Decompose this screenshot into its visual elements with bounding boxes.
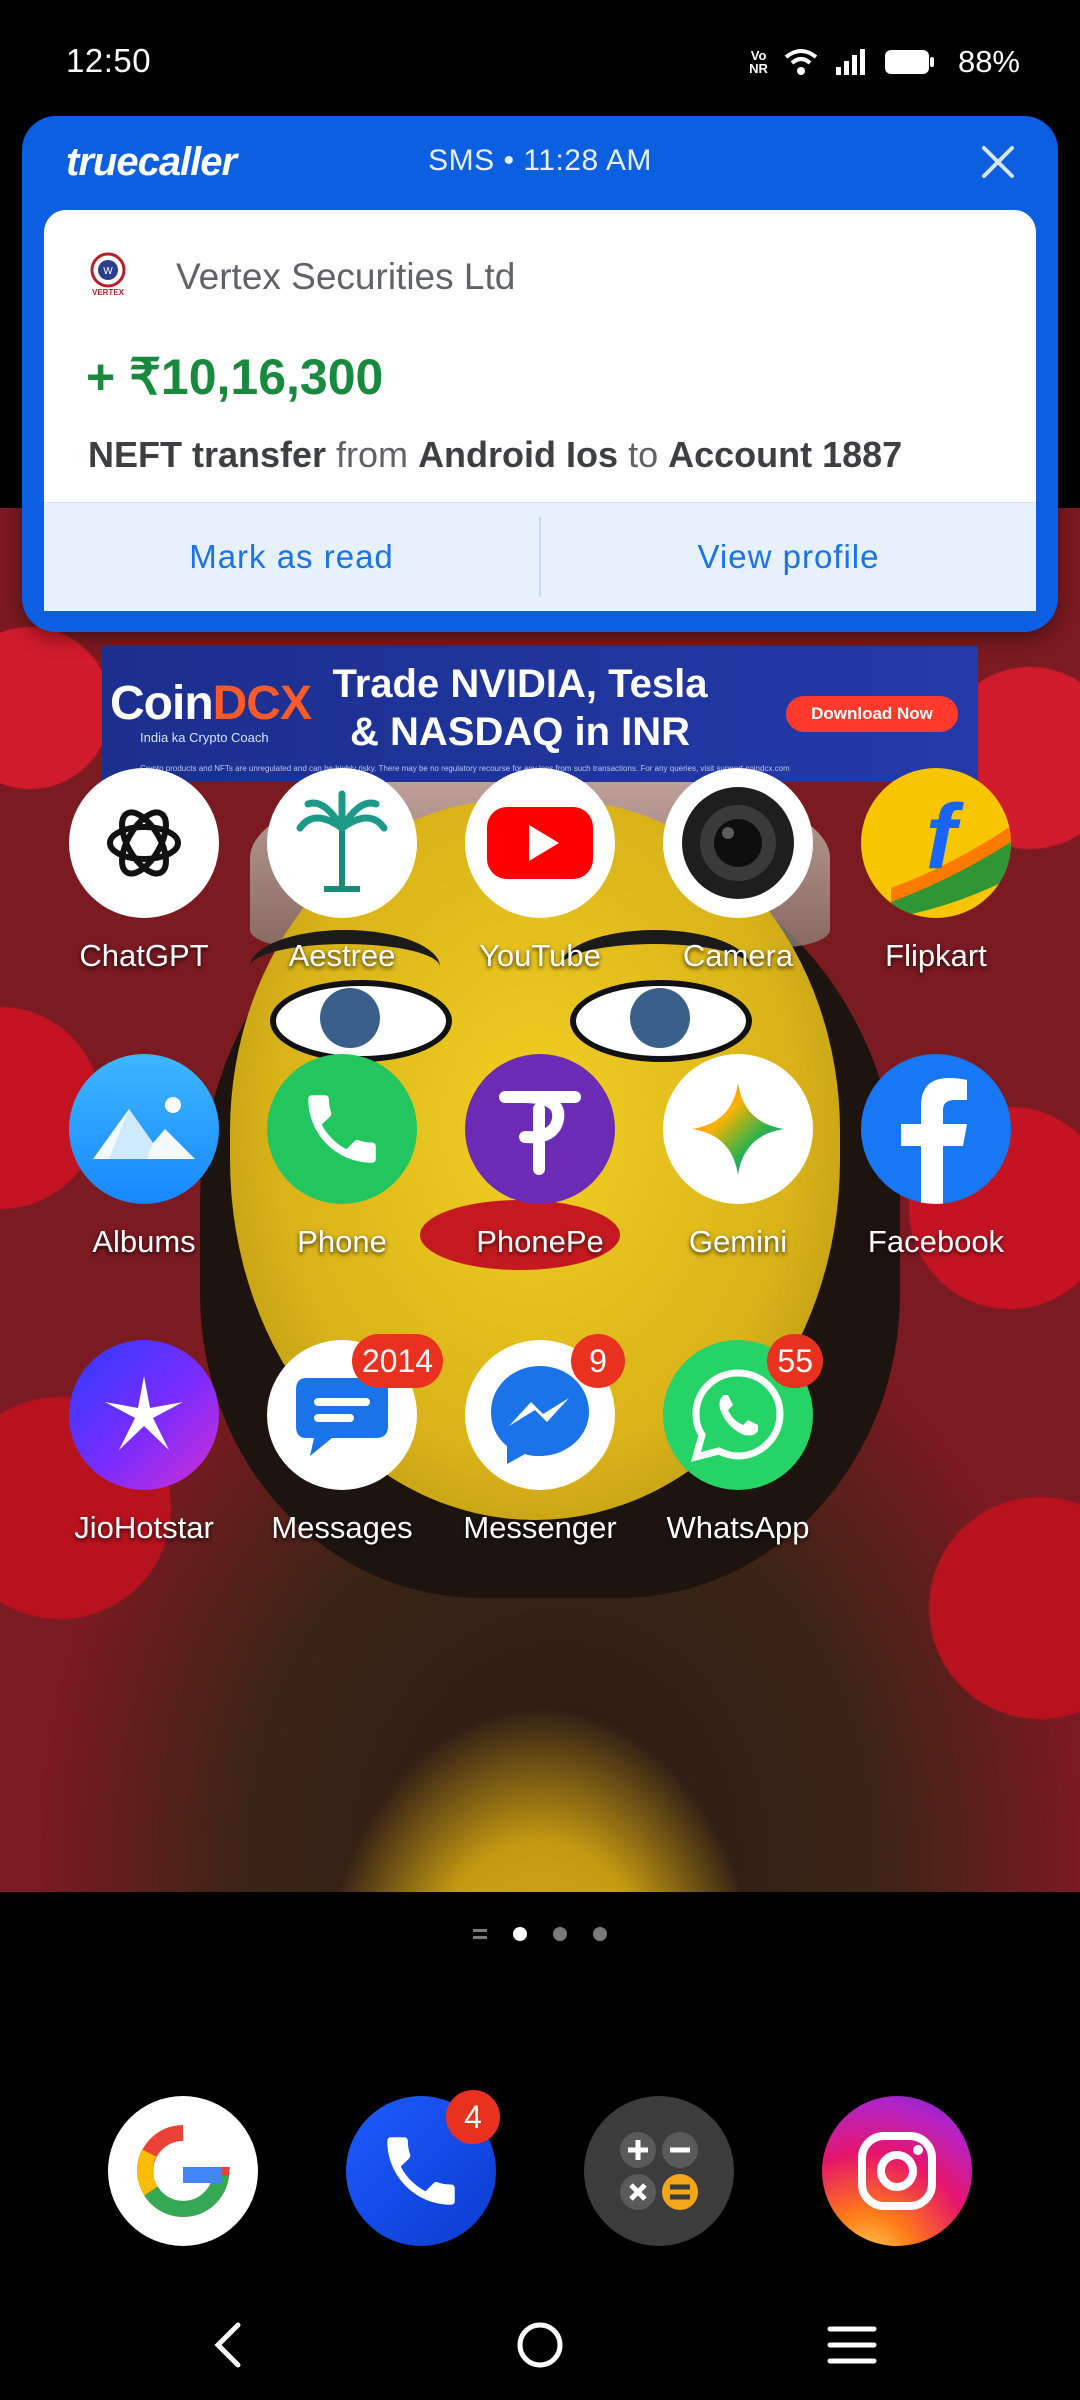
wifi-icon — [784, 49, 818, 75]
notification-badge: 9 — [571, 1334, 625, 1388]
back-button[interactable] — [188, 2310, 268, 2380]
app-label: Gemini — [688, 1224, 788, 1259]
app-gemini[interactable]: Gemini — [648, 1054, 828, 1260]
youtube-icon — [465, 768, 615, 918]
wallpaper-pupil-left — [320, 988, 380, 1048]
status-bar: 12:50 Vo NR 88% — [0, 0, 1080, 120]
facebook-icon — [861, 1054, 1011, 1204]
app-flipkart[interactable]: f Flipkart — [846, 768, 1026, 974]
dock-google[interactable] — [108, 2096, 258, 2246]
battery-icon — [884, 50, 934, 74]
calculator-icon — [620, 2132, 698, 2210]
truecaller-dialer-icon — [387, 2137, 455, 2205]
home-button[interactable] — [500, 2310, 580, 2380]
messages-icon: 2014 — [267, 1334, 443, 1490]
svg-text:W: W — [103, 266, 113, 277]
coindcx-logo: CoinDCX — [110, 677, 312, 730]
dock-truecaller-dialer[interactable]: 4 — [346, 2090, 500, 2246]
volte-nr-icon: Vo NR — [749, 48, 768, 76]
palm-tree-icon — [267, 768, 417, 918]
app-label: YouTube — [479, 938, 601, 973]
messenger-icon: 9 — [465, 1334, 625, 1490]
app-label: PhonePe — [476, 1224, 604, 1259]
battery-percent: 88% — [957, 44, 1020, 79]
notification-meta: SMS • 11:28 AM — [428, 144, 652, 177]
ad-headline: Trade NVIDIA, Tesla & NASDAQ in INR — [332, 662, 708, 754]
app-label: Albums — [92, 1224, 196, 1259]
instagram-icon — [858, 2132, 936, 2210]
notification-badge: 55 — [767, 1334, 823, 1388]
app-chatgpt[interactable]: ChatGPT — [54, 768, 234, 974]
ad-download-button[interactable]: Download Now — [786, 696, 958, 732]
page-dot-active — [513, 1927, 527, 1941]
ad-brand-tagline: India ka Crypto Coach — [140, 730, 269, 745]
phonepe-icon — [465, 1054, 615, 1204]
notification-badge: 4 — [446, 2090, 500, 2144]
camera-icon — [663, 768, 813, 918]
app-label: Aestree — [288, 938, 396, 973]
menu-icon — [827, 2326, 877, 2364]
back-icon — [214, 2322, 241, 2368]
google-icon — [136, 2125, 230, 2217]
whatsapp-icon: 55 — [663, 1334, 823, 1490]
transaction-amount: + ₹10,16,300 — [86, 349, 384, 405]
app-jiohotstar[interactable]: JioHotstar — [54, 1340, 234, 1546]
dock-calculator[interactable] — [584, 2096, 734, 2246]
app-messages[interactable]: 2014 Messages — [252, 1334, 443, 1546]
app-label: Messenger — [463, 1510, 617, 1545]
app-albums[interactable]: Albums — [54, 1054, 234, 1260]
app-label: ChatGPT — [79, 938, 209, 973]
app-phone[interactable]: Phone — [252, 1054, 432, 1260]
app-messenger[interactable]: 9 Messenger — [450, 1334, 630, 1546]
status-icons: Vo NR 88% — [749, 42, 1020, 82]
sender-name: Vertex Securities Ltd — [176, 256, 516, 297]
albums-icon — [69, 1054, 219, 1204]
page-dot — [553, 1927, 567, 1941]
gemini-icon — [663, 1054, 813, 1204]
app-aestree[interactable]: Aestree — [252, 768, 432, 974]
notification-actions: Mark as read View profile — [44, 502, 1036, 611]
jiohotstar-icon — [69, 1340, 219, 1490]
flipkart-icon: f — [861, 768, 1011, 918]
signal-icon — [835, 49, 865, 75]
notification-badge: 2014 — [351, 1334, 443, 1388]
app-label: WhatsApp — [666, 1510, 810, 1545]
page-dot — [593, 1927, 607, 1941]
app-label: Phone — [297, 1224, 387, 1259]
app-label: Messages — [271, 1510, 413, 1545]
app-label: Facebook — [867, 1224, 1005, 1259]
mark-as-read-button[interactable]: Mark as read — [44, 503, 539, 611]
phone-icon — [267, 1054, 417, 1204]
page-indicator[interactable] — [460, 1924, 620, 1944]
sender-logo: W VERTEX — [80, 250, 136, 300]
app-label: Camera — [682, 938, 794, 973]
page-list-icon — [473, 1929, 487, 1939]
app-facebook[interactable]: Facebook — [846, 1054, 1026, 1260]
app-label: JioHotstar — [74, 1510, 214, 1545]
clock: 12:50 — [66, 42, 152, 79]
wallpaper-pupil-right — [630, 988, 690, 1048]
close-icon[interactable] — [976, 140, 1020, 184]
app-camera[interactable]: Camera — [648, 768, 828, 974]
dock-instagram[interactable] — [822, 2096, 972, 2246]
app-label: Flipkart — [885, 938, 987, 973]
view-profile-button[interactable]: View profile — [541, 503, 1036, 611]
app-whatsapp[interactable]: 55 WhatsApp — [648, 1334, 828, 1546]
home-icon — [517, 2322, 563, 2368]
transaction-detail: NEFT transfer from Android Ios to Accoun… — [88, 434, 903, 475]
app-youtube[interactable]: YouTube — [450, 768, 630, 974]
chatgpt-icon — [69, 768, 219, 918]
app-phonepe[interactable]: PhonePe — [450, 1054, 630, 1260]
recents-button[interactable] — [812, 2310, 892, 2380]
